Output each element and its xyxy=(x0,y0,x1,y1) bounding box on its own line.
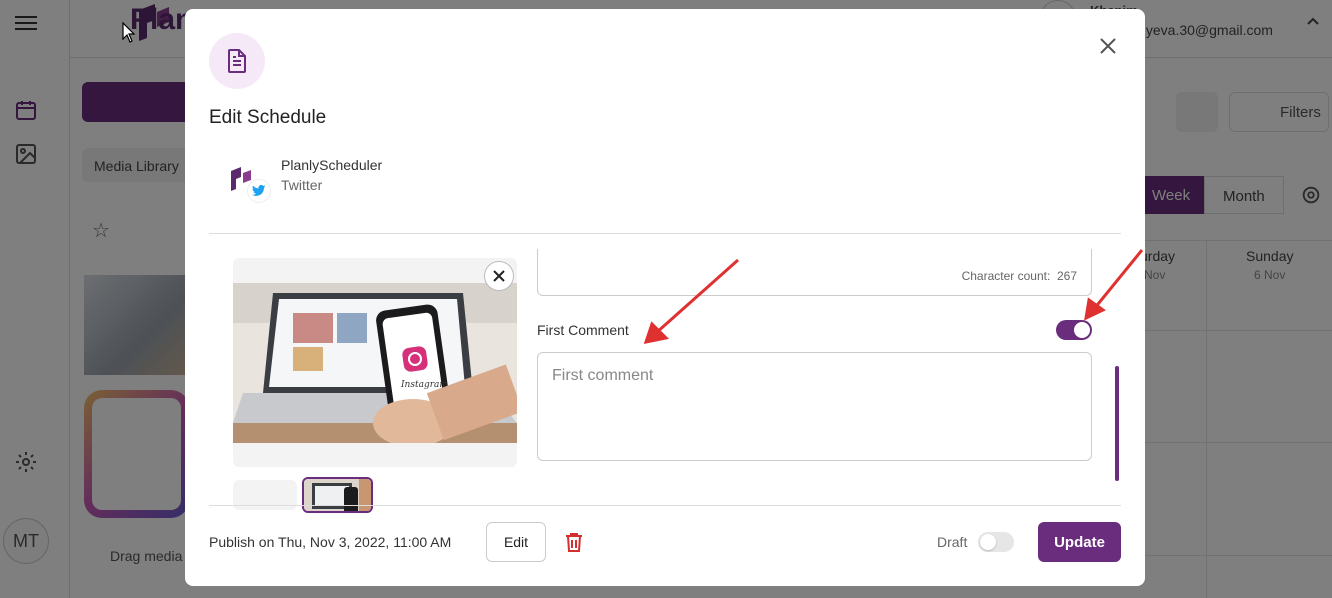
publish-date: Publish on Thu, Nov 3, 2022, 11:00 AM xyxy=(209,534,452,550)
document-icon xyxy=(209,33,265,89)
account-platform: Twitter xyxy=(281,177,323,193)
account-name: PlanlyScheduler xyxy=(281,157,383,173)
scrollbar[interactable] xyxy=(1115,366,1119,481)
edit-date-button[interactable]: Edit xyxy=(486,522,546,562)
edit-schedule-modal: Edit Schedule PlanlyScheduler Twitter In… xyxy=(185,9,1145,586)
character-count: Character count: 267 xyxy=(962,269,1077,283)
first-comment-toggle[interactable] xyxy=(1056,320,1092,340)
media-preview-image: Instagram xyxy=(233,283,517,443)
divider xyxy=(209,233,1121,234)
remove-media-button[interactable] xyxy=(484,261,514,291)
first-comment-label: First Comment xyxy=(537,322,629,338)
modal-title: Edit Schedule xyxy=(209,107,327,128)
draft-label: Draft xyxy=(937,534,968,550)
trash-icon[interactable] xyxy=(565,532,583,552)
twitter-icon xyxy=(247,179,271,203)
close-icon[interactable] xyxy=(1097,35,1119,57)
character-count-label: Character count: xyxy=(961,269,1051,283)
mouse-cursor-icon xyxy=(122,22,136,43)
footer-divider xyxy=(209,505,1121,506)
update-button[interactable]: Update xyxy=(1038,522,1121,562)
toggle-knob xyxy=(1074,322,1090,338)
post-text-area[interactable]: Character count: 267 xyxy=(537,249,1092,296)
first-comment-input[interactable] xyxy=(537,352,1092,461)
character-count-value: 267 xyxy=(1056,269,1077,283)
toggle-knob xyxy=(980,534,996,550)
selected-media-thumbnail[interactable] xyxy=(302,477,373,513)
draft-toggle[interactable] xyxy=(978,532,1014,552)
